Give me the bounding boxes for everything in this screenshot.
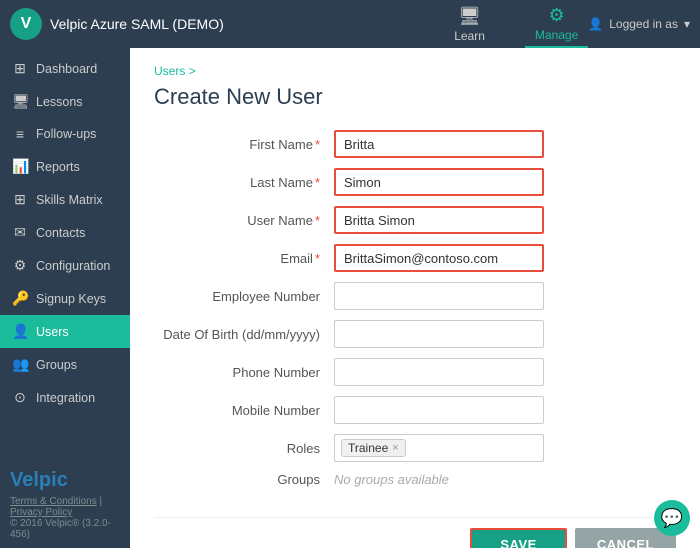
sidebar-label: Groups	[36, 358, 77, 372]
dropdown-icon: ▾	[684, 17, 690, 31]
sidebar-label: Signup Keys	[36, 292, 106, 306]
label-last-name: Last Name	[154, 175, 334, 190]
save-button[interactable]: SAVE	[470, 528, 566, 548]
nav-item-learn[interactable]: 🖥 Learn	[444, 2, 495, 47]
main-content: Users > Create New User First Name Last …	[130, 48, 700, 548]
nav-item-manage[interactable]: ⚙ Manage	[525, 1, 588, 48]
skills-matrix-icon: ⊞	[12, 191, 28, 208]
sidebar-item-skills-matrix[interactable]: ⊞ Skills Matrix	[0, 183, 130, 216]
sidebar: ⊞ Dashboard 🖥 Lessons ≡ Follow-ups 📊 Rep…	[0, 48, 130, 548]
sidebar-label: Dashboard	[36, 62, 97, 76]
form-row-first-name: First Name	[154, 130, 676, 158]
pipe-separator: |	[99, 496, 102, 507]
role-tag-remove[interactable]: ×	[392, 442, 398, 454]
label-email: Email	[154, 251, 334, 266]
app-logo: V Velpic Azure SAML (DEMO)	[10, 8, 444, 40]
input-phone-number[interactable]	[334, 358, 544, 386]
label-dob: Date Of Birth (dd/mm/yyyy)	[154, 327, 334, 342]
velpic-logo: Velpic	[10, 469, 120, 492]
input-mobile-number[interactable]	[334, 396, 544, 424]
label-groups: Groups	[154, 472, 334, 487]
sidebar-label: Follow-ups	[36, 127, 96, 141]
learn-icon: 🖥	[458, 6, 481, 27]
sidebar-item-configuration[interactable]: ⚙ Configuration	[0, 249, 130, 282]
role-tag-label: Trainee	[348, 441, 388, 455]
signup-keys-icon: 🔑	[12, 290, 28, 307]
dashboard-icon: ⊞	[12, 60, 28, 77]
main-layout: ⊞ Dashboard 🖥 Lessons ≡ Follow-ups 📊 Rep…	[0, 48, 700, 548]
sidebar-footer: Velpic Terms & Conditions | Privacy Poli…	[0, 461, 130, 548]
form-row-groups: Groups No groups available	[154, 472, 676, 487]
users-icon: 👤	[12, 323, 28, 340]
sidebar-item-lessons[interactable]: 🖥 Lessons	[0, 85, 130, 118]
label-employee-number: Employee Number	[154, 289, 334, 304]
reports-icon: 📊	[12, 158, 28, 175]
top-nav-right: 👤 Logged in as ▾	[588, 17, 690, 31]
form-row-employee-number: Employee Number	[154, 282, 676, 310]
label-user-name: User Name	[154, 213, 334, 228]
top-navigation: V Velpic Azure SAML (DEMO) 🖥 Learn ⚙ Man…	[0, 0, 700, 48]
privacy-link[interactable]: Privacy Policy	[10, 507, 72, 518]
input-user-name[interactable]	[334, 206, 544, 234]
version-label: © 2016 Velpic® (3.2.0-456)	[10, 518, 120, 540]
input-email[interactable]	[334, 244, 544, 272]
nav-learn-label: Learn	[454, 29, 485, 43]
chat-icon: 💬	[661, 508, 683, 529]
form-row-phone-number: Phone Number	[154, 358, 676, 386]
form-row-mobile-number: Mobile Number	[154, 396, 676, 424]
app-title: Velpic Azure SAML (DEMO)	[50, 16, 224, 32]
input-dob[interactable]	[334, 320, 544, 348]
label-phone-number: Phone Number	[154, 365, 334, 380]
sidebar-label: Integration	[36, 391, 95, 405]
logo-circle: V	[10, 8, 42, 40]
manage-icon: ⚙	[549, 5, 565, 26]
chat-bubble[interactable]: 💬	[654, 500, 690, 536]
form-row-email: Email	[154, 244, 676, 272]
sidebar-label: Configuration	[36, 259, 110, 273]
form-row-dob: Date Of Birth (dd/mm/yyyy)	[154, 320, 676, 348]
sidebar-item-follow-ups[interactable]: ≡ Follow-ups	[0, 118, 130, 150]
role-tag-trainee: Trainee ×	[341, 439, 406, 457]
sidebar-label: Users	[36, 325, 69, 339]
form-row-roles: Roles Trainee ×	[154, 434, 676, 462]
form-footer: SAVE CANCEL	[154, 517, 676, 548]
input-employee-number[interactable]	[334, 282, 544, 310]
sidebar-label: Skills Matrix	[36, 193, 103, 207]
breadcrumb-separator: >	[189, 64, 196, 78]
roles-field[interactable]: Trainee ×	[334, 434, 544, 462]
label-mobile-number: Mobile Number	[154, 403, 334, 418]
label-first-name: First Name	[154, 137, 334, 152]
sidebar-label: Reports	[36, 160, 80, 174]
nav-manage-label: Manage	[535, 28, 578, 42]
person-icon: 👤	[588, 17, 603, 31]
groups-placeholder: No groups available	[334, 472, 449, 487]
breadcrumb: Users >	[154, 64, 676, 78]
sidebar-item-contacts[interactable]: ✉ Contacts	[0, 216, 130, 249]
sidebar-item-integration[interactable]: ⊙ Integration	[0, 381, 130, 414]
configuration-icon: ⚙	[12, 257, 28, 274]
follow-ups-icon: ≡	[12, 126, 28, 142]
sidebar-item-signup-keys[interactable]: 🔑 Signup Keys	[0, 282, 130, 315]
input-first-name[interactable]	[334, 130, 544, 158]
page-title: Create New User	[154, 84, 676, 110]
label-roles: Roles	[154, 441, 334, 456]
breadcrumb-parent: Users	[154, 64, 185, 78]
sidebar-item-groups[interactable]: 👥 Groups	[0, 348, 130, 381]
sidebar-item-reports[interactable]: 📊 Reports	[0, 150, 130, 183]
terms-link[interactable]: Terms & Conditions	[10, 496, 97, 507]
input-last-name[interactable]	[334, 168, 544, 196]
form-row-user-name: User Name	[154, 206, 676, 234]
sidebar-item-dashboard[interactable]: ⊞ Dashboard	[0, 52, 130, 85]
integration-icon: ⊙	[12, 389, 28, 406]
sidebar-label: Contacts	[36, 226, 85, 240]
groups-icon: 👥	[12, 356, 28, 373]
sidebar-links: Terms & Conditions | Privacy Policy	[10, 496, 120, 518]
lessons-icon: 🖥	[12, 93, 28, 110]
form-row-last-name: Last Name	[154, 168, 676, 196]
contacts-icon: ✉	[12, 224, 28, 241]
sidebar-item-users[interactable]: 👤 Users	[0, 315, 130, 348]
sidebar-label: Lessons	[36, 95, 83, 109]
logged-in-label: Logged in as	[609, 17, 678, 31]
nav-items: 🖥 Learn ⚙ Manage	[444, 1, 588, 48]
